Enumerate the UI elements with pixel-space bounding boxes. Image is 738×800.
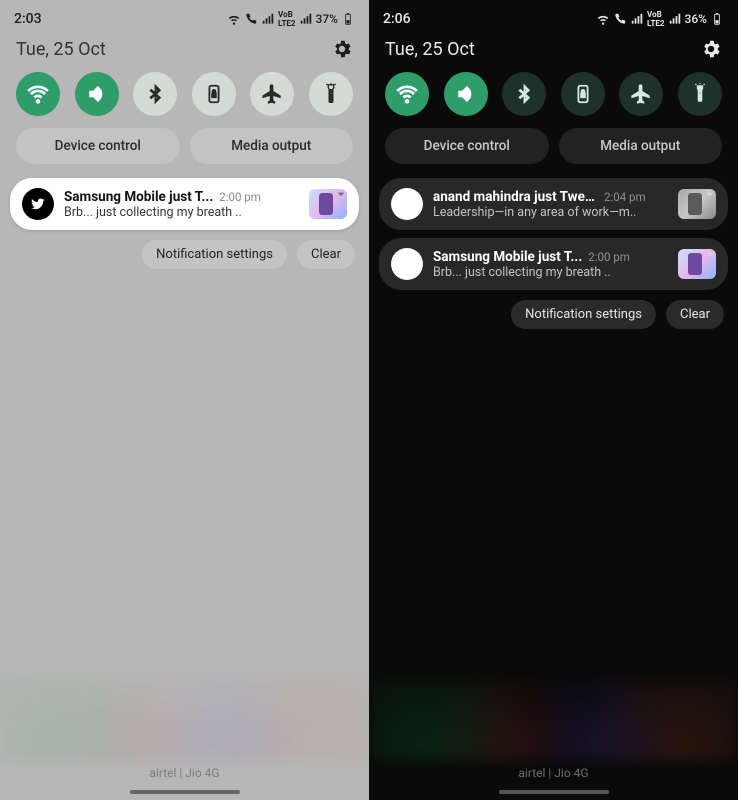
notification-subtitle: Brb... just collecting my breath ..: [433, 265, 668, 280]
signal1-icon: [630, 12, 644, 26]
app-icon: [391, 248, 423, 280]
volte-status-icon: [244, 12, 258, 26]
carrier-label: airtel | Jio 4G: [0, 766, 369, 780]
notification-list: Samsung Mobile just T... 2:00 pm Brb... …: [0, 178, 369, 230]
media-output-chip[interactable]: Media output: [190, 128, 354, 164]
twitter-icon: [22, 188, 54, 220]
wifi-status-icon: [596, 12, 610, 26]
device-control-chip[interactable]: Device control: [16, 128, 180, 164]
wifi-toggle[interactable]: [16, 72, 60, 116]
notification-title: Samsung Mobile just T...: [433, 249, 582, 265]
signal2-icon: [299, 12, 313, 26]
notification-time: 2:00 pm: [588, 250, 630, 264]
dock-glow: [369, 680, 738, 760]
signal2-icon: [668, 12, 682, 26]
airplane-toggle[interactable]: [619, 72, 663, 116]
notification-time: 2:00 pm: [219, 190, 261, 204]
dock-glow: [0, 680, 369, 760]
bluetooth-toggle[interactable]: [133, 72, 177, 116]
status-time: 2:06: [383, 11, 411, 27]
notification-footer: Notification settings Clear: [369, 290, 738, 339]
phone-dark: 2:06 VoBLTE2 36% Tue, 25 Oct Device cont…: [369, 0, 738, 800]
date-text: Tue, 25 Oct: [385, 39, 475, 60]
sound-toggle[interactable]: [444, 72, 488, 116]
wifi-status-icon: [227, 12, 241, 26]
status-icons: VoBLTE2 37%: [227, 10, 355, 28]
nav-handle[interactable]: [499, 790, 609, 794]
quick-settings: [0, 72, 369, 128]
chevron-down-icon[interactable]: [702, 186, 718, 202]
bluetooth-toggle[interactable]: [502, 72, 546, 116]
gear-icon[interactable]: [331, 38, 353, 60]
volte-label: VoBLTE2: [278, 10, 296, 28]
date-text: Tue, 25 Oct: [16, 39, 106, 60]
notification-list: anand mahindra just Tweet... 2:04 pm Lea…: [369, 178, 738, 290]
gear-icon[interactable]: [700, 38, 722, 60]
chevron-down-icon[interactable]: [333, 186, 349, 202]
rotation-lock-toggle[interactable]: [561, 72, 605, 116]
nav-handle[interactable]: [130, 790, 240, 794]
status-bar: 2:06 VoBLTE2 36%: [369, 0, 738, 32]
notification-body: Samsung Mobile just T... 2:00 pm Brb... …: [64, 189, 299, 220]
quick-settings: [369, 72, 738, 128]
app-icon: [391, 188, 423, 220]
notification-subtitle: Brb... just collecting my breath ..: [64, 205, 299, 220]
notification-footer: Notification settings Clear: [0, 230, 369, 279]
signal1-icon: [261, 12, 275, 26]
airplane-toggle[interactable]: [250, 72, 294, 116]
notification-item[interactable]: anand mahindra just Tweet... 2:04 pm Lea…: [379, 178, 728, 230]
notification-item[interactable]: Samsung Mobile just T... 2:00 pm Brb... …: [10, 178, 359, 230]
clear-button[interactable]: Clear: [297, 240, 355, 269]
media-output-chip[interactable]: Media output: [559, 128, 723, 164]
clear-button[interactable]: Clear: [666, 300, 724, 329]
chip-row: Device control Media output: [0, 128, 369, 178]
sound-toggle[interactable]: [75, 72, 119, 116]
notification-title: Samsung Mobile just T...: [64, 189, 213, 205]
status-time: 2:03: [14, 11, 42, 27]
notification-settings-button[interactable]: Notification settings: [142, 240, 287, 269]
notification-subtitle: Leadership—in any area of work—m..: [433, 205, 668, 220]
carrier-label: airtel | Jio 4G: [369, 766, 738, 780]
chevron-down-icon[interactable]: [702, 246, 718, 262]
notification-item[interactable]: Samsung Mobile just T... 2:00 pm Brb... …: [379, 238, 728, 290]
volte-label: VoBLTE2: [647, 10, 665, 28]
phone-light: 2:03 VoBLTE2 37% Tue, 25 Oct Device cont…: [0, 0, 369, 800]
notification-time: 2:04 pm: [604, 190, 646, 204]
date-row: Tue, 25 Oct: [0, 32, 369, 72]
volte-status-icon: [613, 12, 627, 26]
battery-pct: 36%: [685, 12, 707, 26]
flashlight-toggle[interactable]: [678, 72, 722, 116]
battery-icon: [710, 12, 724, 26]
notification-body: anand mahindra just Tweet... 2:04 pm Lea…: [433, 189, 668, 220]
notification-title: anand mahindra just Tweet...: [433, 189, 598, 205]
rotation-lock-toggle[interactable]: [192, 72, 236, 116]
flashlight-toggle[interactable]: [309, 72, 353, 116]
device-control-chip[interactable]: Device control: [385, 128, 549, 164]
wifi-toggle[interactable]: [385, 72, 429, 116]
status-bar: 2:03 VoBLTE2 37%: [0, 0, 369, 32]
chip-row: Device control Media output: [369, 128, 738, 178]
notification-settings-button[interactable]: Notification settings: [511, 300, 656, 329]
date-row: Tue, 25 Oct: [369, 32, 738, 72]
battery-pct: 37%: [316, 12, 338, 26]
status-icons: VoBLTE2 36%: [596, 10, 724, 28]
notification-body: Samsung Mobile just T... 2:00 pm Brb... …: [433, 249, 668, 280]
battery-icon: [341, 12, 355, 26]
